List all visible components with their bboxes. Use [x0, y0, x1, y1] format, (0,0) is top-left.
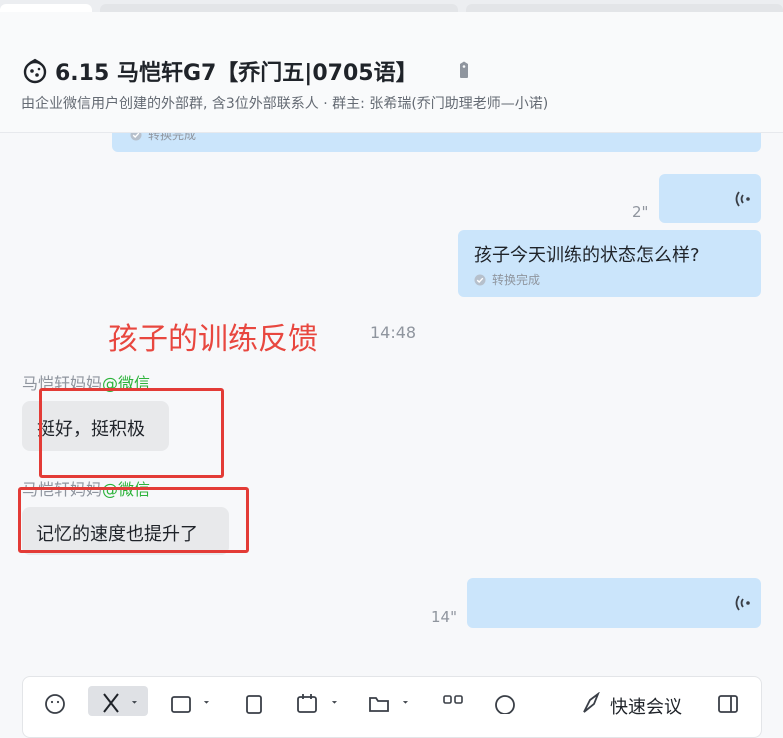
annotation-text: 孩子的训练反馈: [108, 322, 318, 357]
apps-grid-icon[interactable]: [442, 692, 464, 714]
annotation-box: [39, 388, 224, 478]
chevron-down-icon[interactable]: [330, 692, 344, 714]
image-icon[interactable]: [170, 692, 192, 714]
voice-duration: 14": [431, 608, 457, 626]
chevron-down-icon[interactable]: [401, 692, 415, 714]
window-tab[interactable]: [100, 4, 458, 12]
voice-wave-icon: [735, 191, 750, 207]
voice-duration: 2": [632, 203, 649, 221]
chevron-down-icon[interactable]: [202, 692, 216, 714]
quick-meeting-button[interactable]: 快速会议: [610, 693, 682, 719]
window-tab[interactable]: [0, 4, 92, 12]
annotation-box: [18, 487, 249, 553]
document-icon[interactable]: [243, 692, 265, 714]
message-timestamp: 14:48: [370, 323, 417, 342]
voice-wave-icon: [735, 595, 750, 611]
message-bubble-outgoing[interactable]: 孩子今天训练的状态怎么样? 转换完成: [458, 230, 761, 297]
group-title: 6.15 马恺轩G7【乔门五|0705语】: [55, 61, 418, 86]
chevron-down-icon[interactable]: [130, 692, 144, 714]
window-tab[interactable]: [466, 4, 783, 12]
group-chat-icon: [23, 58, 47, 84]
group-subtitle: 由企业微信用户创建的外部群, 含3位外部联系人 · 群主: 张希瑞(乔门助理老师…: [21, 96, 549, 112]
rocket-icon[interactable]: [580, 692, 602, 714]
calendar-icon[interactable]: [296, 692, 318, 714]
more-icon[interactable]: [494, 692, 516, 714]
voice-message-bubble[interactable]: [467, 578, 761, 628]
voice-message-bubble[interactable]: [659, 174, 761, 223]
conversion-status: 转换完成: [474, 271, 540, 288]
scissors-icon[interactable]: [100, 692, 122, 714]
check-icon: [474, 274, 486, 286]
panel-toggle-icon[interactable]: [717, 692, 739, 714]
folder-icon[interactable]: [368, 692, 390, 714]
emoji-icon[interactable]: [44, 692, 66, 714]
external-tag-icon[interactable]: [457, 61, 471, 79]
message-text: 孩子今天训练的状态怎么样?: [474, 245, 700, 266]
